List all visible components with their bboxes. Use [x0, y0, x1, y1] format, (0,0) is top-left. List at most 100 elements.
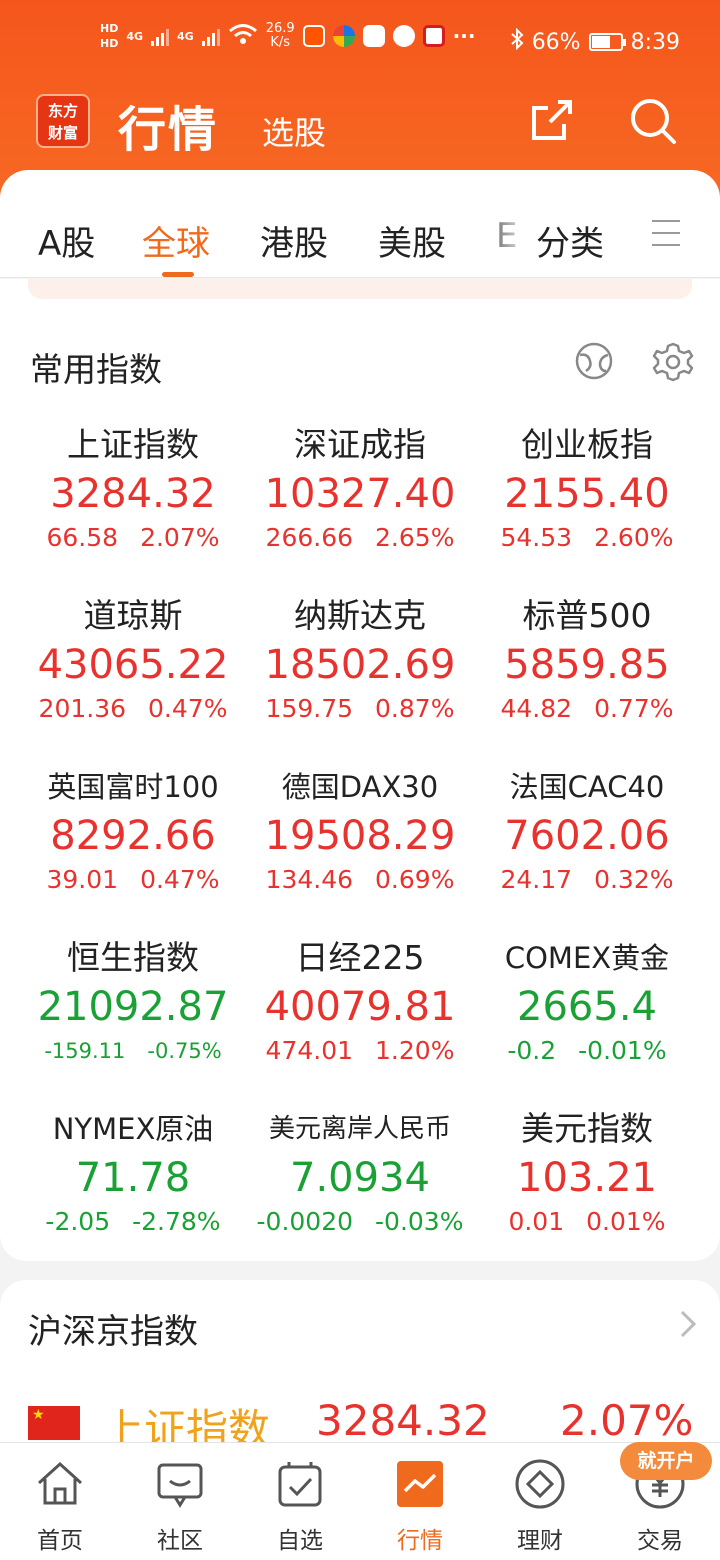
- open-account-badge[interactable]: 就开户: [620, 1442, 712, 1480]
- page-title[interactable]: 行情: [118, 90, 218, 160]
- search-icon[interactable]: [628, 96, 676, 144]
- index-value: 7.0934: [290, 1155, 430, 1201]
- change-amount: -159.11: [44, 1039, 126, 1063]
- index-card[interactable]: 上证指数 3284.32 66.58 2.07%: [20, 425, 246, 555]
- tab-hk[interactable]: 港股: [260, 216, 328, 265]
- nav-community[interactable]: 社区: [120, 1457, 240, 1555]
- wifi-icon: [228, 23, 258, 50]
- hd-badge-1: HD: [100, 22, 119, 35]
- change-amount: 24.17: [500, 865, 573, 894]
- index-card[interactable]: 美元离岸人民币 7.0934 -0.0020 -0.03%: [247, 1109, 473, 1239]
- signal-icon: [151, 26, 170, 46]
- change-percent: 0.77%: [594, 694, 674, 723]
- index-card[interactable]: 德国DAX30 19508.29 134.46 0.69%: [247, 767, 473, 897]
- status-right: 66% 8:39: [510, 27, 680, 56]
- tab-global[interactable]: 全球: [142, 216, 210, 265]
- menu-icon[interactable]: [652, 220, 680, 248]
- change-amount: 66.58: [46, 523, 119, 552]
- change-percent: 2.60%: [594, 523, 674, 552]
- nav-watchlist[interactable]: 自选: [240, 1457, 360, 1555]
- index-card[interactable]: 法国CAC40 7602.06 24.17 0.32%: [474, 767, 700, 897]
- net-speed: 26.9 K/s: [266, 22, 295, 50]
- nav-label: 交易: [637, 1528, 683, 1554]
- checklist-icon: [273, 1457, 327, 1511]
- index-change: 474.01 1.20%: [247, 1034, 473, 1068]
- status-bar: HD HD 4G 4G 26.9 K/s ··· 66% 8:39: [0, 18, 720, 66]
- active-tab-indicator: [162, 272, 194, 277]
- nav-label: 自选: [277, 1528, 323, 1554]
- tab-a-shares[interactable]: A股: [38, 216, 95, 265]
- index-change: -2.05 -2.78%: [20, 1205, 246, 1239]
- stock-picker-link[interactable]: 选股: [262, 108, 326, 154]
- index-change: 201.36 0.47%: [20, 692, 246, 726]
- change-percent: 2.07%: [560, 1396, 694, 1445]
- change-amount: -0.2: [507, 1036, 557, 1065]
- change-percent: -0.75%: [147, 1039, 222, 1063]
- index-card[interactable]: 恒生指数 21092.87 -159.11 -0.75%: [20, 938, 246, 1068]
- network-label-1: 4G: [126, 29, 144, 43]
- change-amount: 0.01: [508, 1207, 565, 1236]
- index-name: 标普500: [522, 596, 652, 635]
- change-percent: 0.32%: [594, 865, 674, 894]
- index-change: 134.46 0.69%: [247, 863, 473, 897]
- index-value: 3284.32: [316, 1396, 490, 1445]
- index-card[interactable]: 标普500 5859.85 44.82 0.77%: [474, 596, 700, 726]
- nav-market[interactable]: 行情: [360, 1457, 480, 1555]
- tab-us[interactable]: 美股: [378, 216, 446, 265]
- change-amount: 44.82: [500, 694, 573, 723]
- index-value: 2665.4: [517, 984, 657, 1030]
- chat-icon: [153, 1457, 207, 1511]
- index-card[interactable]: NYMEX原油 71.78 -2.05 -2.78%: [20, 1109, 246, 1239]
- index-name: 上证指数: [67, 425, 199, 464]
- index-name: 恒生指数: [67, 938, 199, 977]
- chevron-right-icon[interactable]: [676, 1308, 700, 1340]
- battery-icon: [588, 33, 626, 51]
- more-notifications: ···: [452, 23, 476, 48]
- tab-category[interactable]: 分类: [536, 216, 604, 265]
- index-change: -0.2 -0.01%: [474, 1034, 700, 1068]
- index-value: 21092.87: [37, 984, 229, 1030]
- nav-home[interactable]: 首页: [0, 1457, 120, 1555]
- index-change: -159.11 -0.75%: [20, 1034, 246, 1068]
- index-value: 2155.40: [504, 471, 670, 517]
- index-change: 24.17 0.32%: [474, 863, 700, 897]
- index-card[interactable]: 日经225 40079.81 474.01 1.20%: [247, 938, 473, 1068]
- index-card[interactable]: COMEX黄金 2665.4 -0.2 -0.01%: [474, 938, 700, 1068]
- change-amount: 134.46: [265, 865, 354, 894]
- battery-percent: 66%: [531, 29, 581, 55]
- nav-label: 社区: [157, 1528, 203, 1554]
- taobao-app-icon: [302, 25, 325, 47]
- hd-badges: HD HD: [100, 23, 118, 49]
- diamond-icon: [513, 1457, 567, 1511]
- change-amount: 201.36: [38, 694, 127, 723]
- gear-icon[interactable]: [652, 341, 694, 383]
- app-logo[interactable]: 东方 财富: [36, 94, 90, 148]
- chart-trend-icon: [393, 1457, 447, 1511]
- index-name: 深证成指: [294, 425, 426, 464]
- index-card[interactable]: 美元指数 103.21 0.01 0.01%: [474, 1109, 700, 1239]
- change-percent: -0.01%: [578, 1036, 667, 1065]
- index-card[interactable]: 道琼斯 43065.22 201.36 0.47%: [20, 596, 246, 726]
- index-value: 3284.32: [50, 471, 216, 517]
- index-name: 美元指数: [521, 1109, 653, 1148]
- china-flag-icon: ★: [28, 1406, 80, 1440]
- globe-icon[interactable]: [574, 341, 614, 381]
- index-name: 道琼斯: [83, 596, 183, 635]
- index-card[interactable]: 深证成指 10327.40 266.66 2.65%: [247, 425, 473, 555]
- change-amount: 159.75: [265, 694, 354, 723]
- share-icon[interactable]: [528, 96, 576, 144]
- index-value: 19508.29: [264, 813, 456, 859]
- nav-label: 行情: [397, 1528, 443, 1554]
- change-amount: 54.53: [500, 523, 573, 552]
- index-name: COMEX黄金: [504, 941, 670, 975]
- nav-wealth[interactable]: 理财: [480, 1457, 600, 1555]
- index-card[interactable]: 纳斯达克 18502.69 159.75 0.87%: [247, 596, 473, 726]
- index-card[interactable]: 英国富时100 8292.66 39.01 0.47%: [20, 767, 246, 897]
- index-change: 159.75 0.87%: [247, 692, 473, 726]
- index-change: -0.0020 -0.03%: [247, 1205, 473, 1239]
- index-value: 40079.81: [264, 984, 456, 1030]
- change-percent: 0.87%: [375, 694, 455, 723]
- index-card[interactable]: 创业板指 2155.40 54.53 2.60%: [474, 425, 700, 555]
- index-value: 8292.66: [50, 813, 216, 859]
- index-name: 日经225: [295, 938, 425, 977]
